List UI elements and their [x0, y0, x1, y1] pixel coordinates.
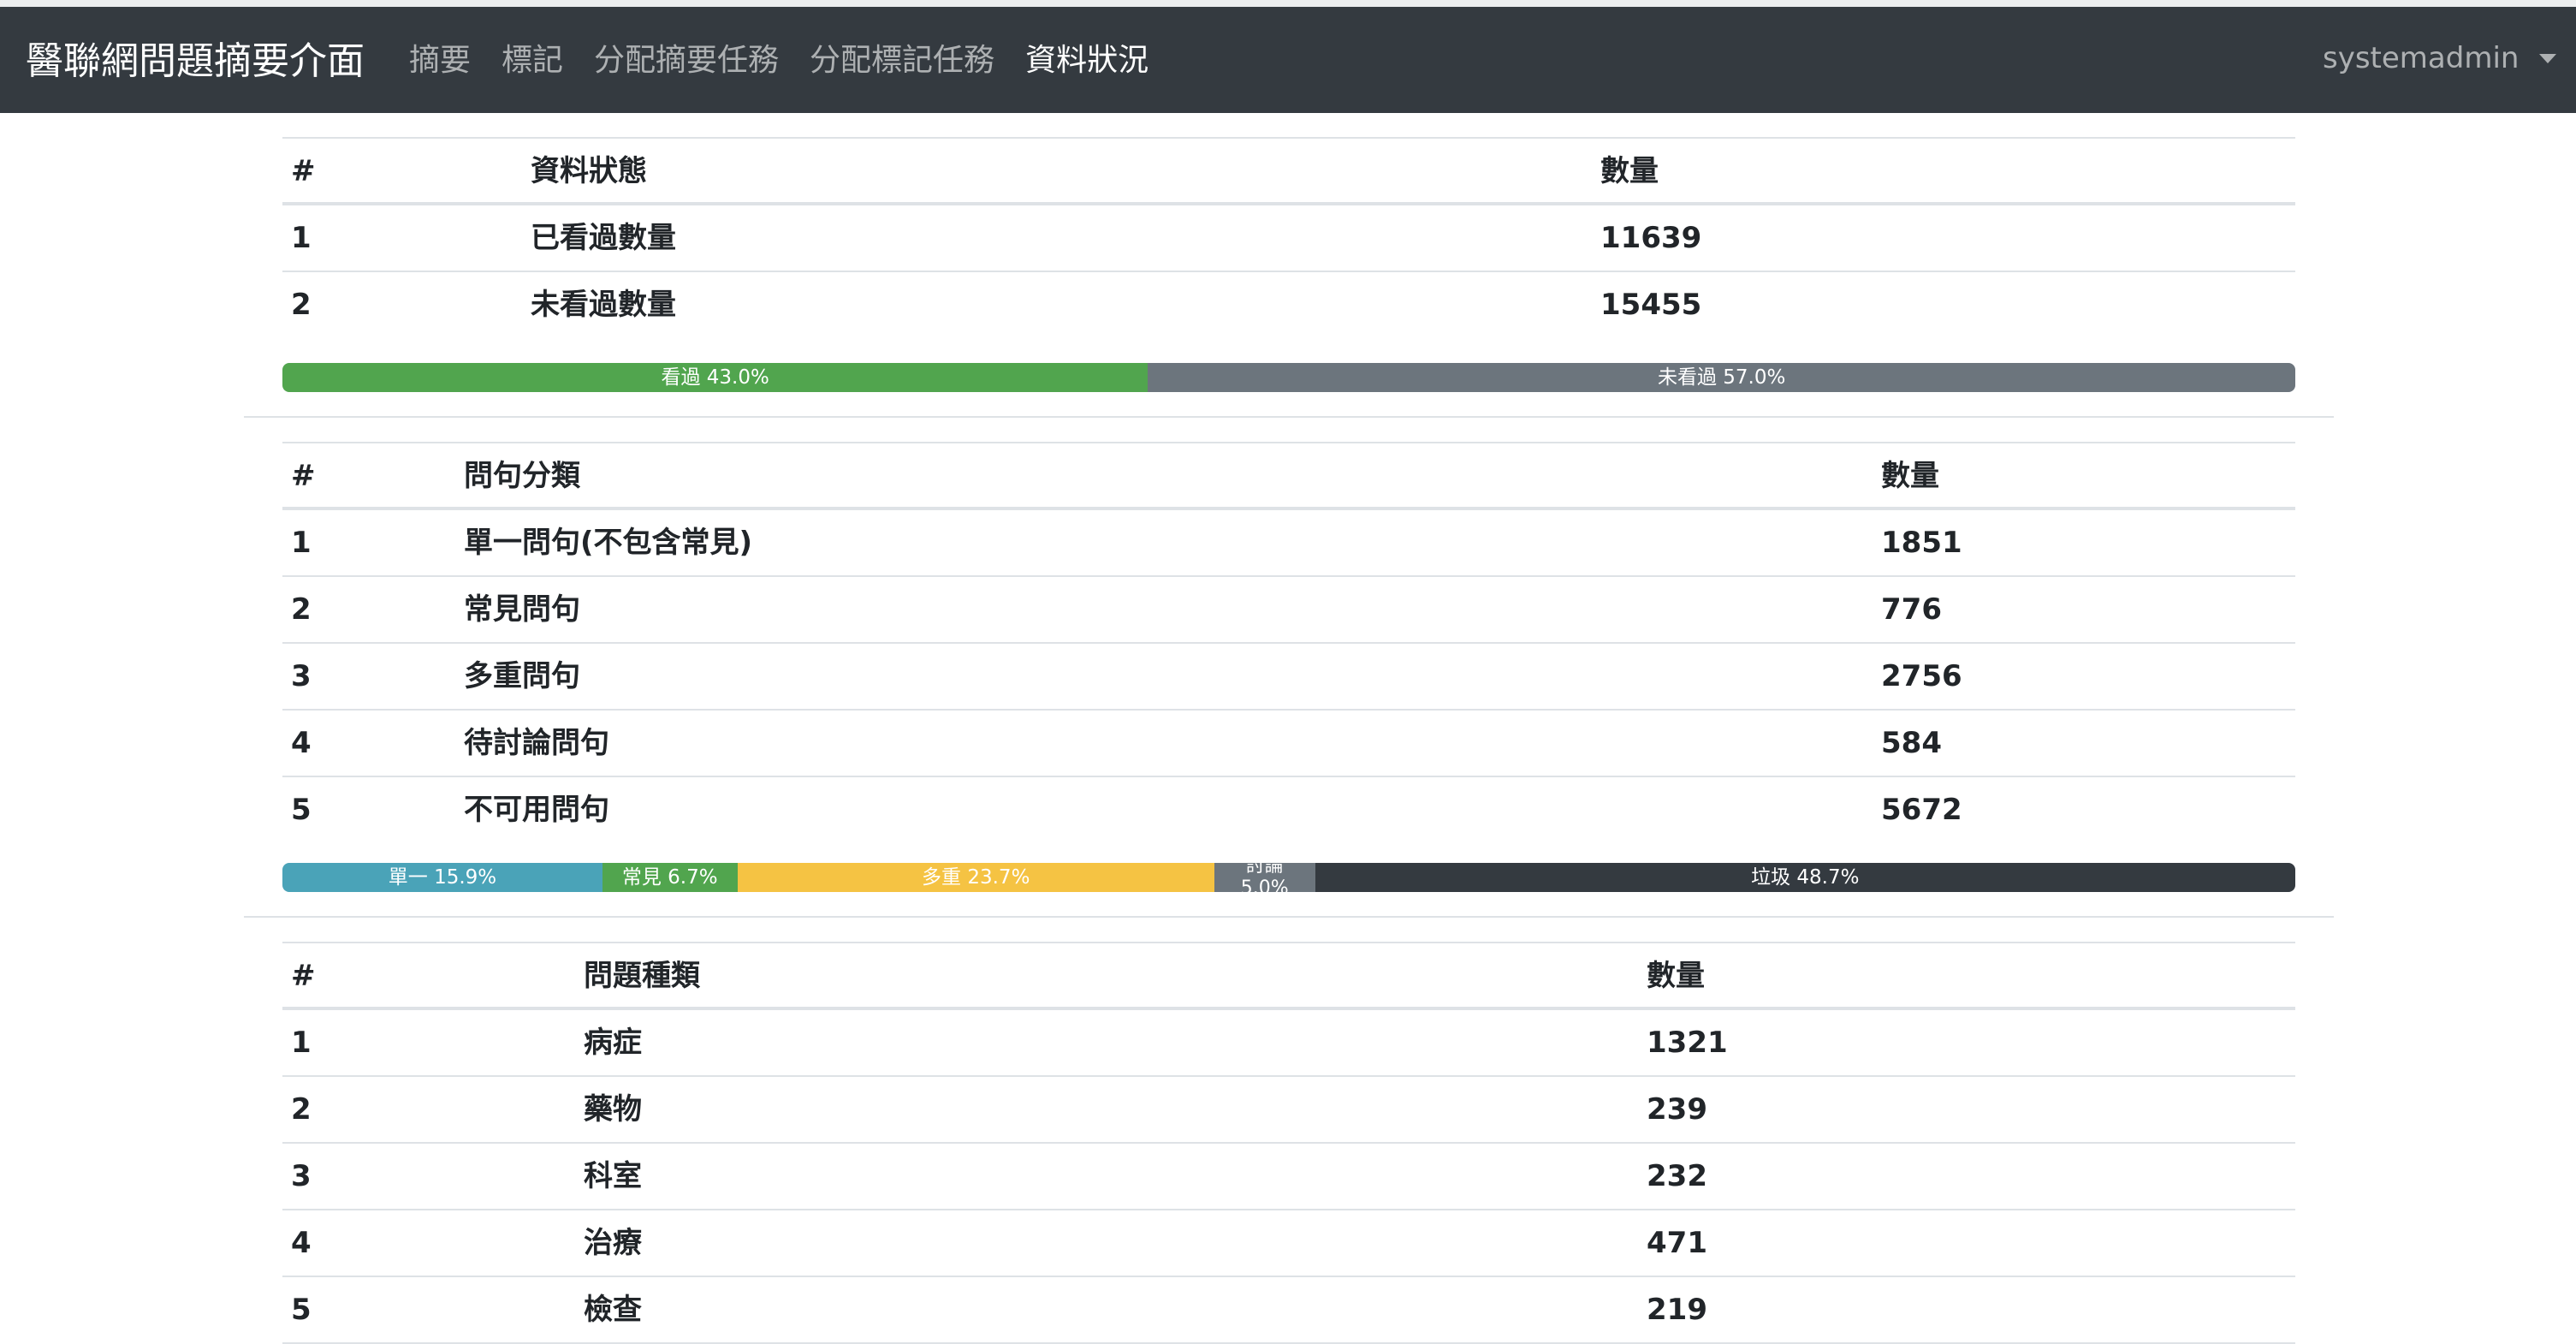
- row-count: 15455: [1600, 288, 1702, 322]
- table-row: 1 已看過數量 11639: [282, 205, 2295, 272]
- navbar: 醫聯網問題摘要介面 摘要 標記 分配摘要任務 分配標記任務 資料狀況 syste…: [0, 7, 2576, 113]
- nav-link-data-status[interactable]: 資料狀況: [1025, 39, 1149, 82]
- table-row: 3 科室 232: [282, 1144, 2295, 1210]
- progress-segment-multiple: 多重 23.7%: [737, 863, 1214, 892]
- progress-segment-common: 常見 6.7%: [602, 863, 738, 892]
- nav-link-assign-tagging-task[interactable]: 分配標記任務: [810, 39, 994, 82]
- nav-link-summary[interactable]: 摘要: [409, 39, 471, 82]
- row-label: 不可用問句: [464, 793, 609, 827]
- user-name: systemadmin: [2323, 41, 2520, 75]
- table-row: 5 不可用問句 5672: [282, 777, 2295, 842]
- progress-segment-viewed: 看過 43.0%: [282, 363, 1149, 392]
- table-header-row: # 問題種類 數量: [282, 942, 2295, 1010]
- progress-segment-garbage: 垃圾 48.7%: [1315, 863, 2295, 892]
- row-count: 776: [1881, 592, 1942, 627]
- header-index: #: [291, 959, 316, 993]
- row-count: 1851: [1881, 526, 1962, 560]
- row-index: 1: [291, 526, 312, 560]
- user-menu-toggle[interactable]: systemadmin: [2323, 41, 2557, 75]
- question-type-table: # 問題種類 數量 1 病症 1321 2 藥物 239 3 科室 232 4 …: [282, 942, 2295, 1344]
- row-count: 1321: [1647, 1026, 1728, 1060]
- data-status-section: # 資料狀態 數量 1 已看過數量 11639 2 未看過數量 15455: [282, 137, 2295, 337]
- nav-link-assign-summary-task[interactable]: 分配摘要任務: [594, 39, 779, 82]
- header-status: 資料狀態: [531, 154, 647, 188]
- header-type: 問題種類: [584, 959, 700, 993]
- segment-label-top: 討論: [1245, 863, 1284, 877]
- question-class-section: # 問句分類 數量 1 單一問句(不包含常見) 1851 2 常見問句 776 …: [282, 442, 2295, 842]
- row-index: 4: [291, 1226, 312, 1260]
- row-index: 5: [291, 793, 312, 827]
- row-label: 科室: [584, 1159, 642, 1193]
- table-row: 3 多重問句 2756: [282, 644, 2295, 711]
- table-header-row: # 資料狀態 數量: [282, 137, 2295, 205]
- header-index: #: [291, 154, 316, 188]
- row-label: 病症: [584, 1026, 642, 1060]
- progress-segment-single: 單一 15.9%: [282, 863, 602, 892]
- data-status-table: # 資料狀態 數量 1 已看過數量 11639 2 未看過數量 15455: [282, 137, 2295, 337]
- row-index: 1: [291, 221, 312, 255]
- table-header-row: # 問句分類 數量: [282, 442, 2295, 510]
- row-index: 1: [291, 1026, 312, 1060]
- row-label: 藥物: [584, 1092, 642, 1127]
- row-count: 232: [1647, 1159, 1707, 1193]
- row-index: 5: [291, 1293, 312, 1327]
- row-count: 584: [1881, 726, 1942, 760]
- row-label: 已看過數量: [531, 221, 676, 255]
- brand-title[interactable]: 醫聯網問題摘要介面: [26, 38, 365, 86]
- table-row: 4 待討論問句 584: [282, 711, 2295, 777]
- row-label: 單一問句(不包含常見): [464, 526, 753, 560]
- row-count: 219: [1647, 1293, 1707, 1327]
- table-row: 2 未看過數量 15455: [282, 272, 2295, 337]
- header-count: 數量: [1647, 959, 1705, 993]
- window-top-edge: [0, 0, 2576, 7]
- question-class-table: # 問句分類 數量 1 單一問句(不包含常見) 1851 2 常見問句 776 …: [282, 442, 2295, 842]
- table-row: 2 藥物 239: [282, 1077, 2295, 1144]
- row-label: 常見問句: [464, 592, 580, 627]
- viewed-progress-bar: 看過 43.0% 未看過 57.0%: [282, 363, 2295, 392]
- table-row: 1 單一問句(不包含常見) 1851: [282, 510, 2295, 577]
- header-count: 數量: [1881, 459, 1939, 493]
- table-row: 5 檢查 219: [282, 1277, 2295, 1344]
- segment-label-bottom: 5.0%: [1240, 877, 1289, 892]
- row-index: 2: [291, 592, 312, 627]
- row-count: 2756: [1881, 659, 1962, 693]
- row-index: 4: [291, 726, 312, 760]
- row-label: 檢查: [584, 1293, 642, 1327]
- row-label: 待討論問句: [464, 726, 609, 760]
- progress-segment-unviewed: 未看過 57.0%: [1148, 363, 2295, 392]
- header-count: 數量: [1600, 154, 1659, 188]
- table-row: 2 常見問句 776: [282, 577, 2295, 644]
- row-label: 治療: [584, 1226, 642, 1260]
- table-row: 1 病症 1321: [282, 1010, 2295, 1077]
- nav-links: 摘要 標記 分配摘要任務 分配標記任務 資料狀況: [409, 39, 1179, 82]
- caret-down-icon: [2539, 53, 2557, 63]
- section-divider: [244, 916, 2334, 918]
- nav-link-tagging[interactable]: 標記: [502, 39, 563, 82]
- table-row: 4 治療 471: [282, 1210, 2295, 1277]
- row-label: 多重問句: [464, 659, 580, 693]
- row-index: 3: [291, 659, 312, 693]
- row-index: 2: [291, 288, 312, 322]
- progress-segment-discussion: 討論 5.0%: [1214, 863, 1315, 892]
- question-class-progress-bar: 單一 15.9% 常見 6.7% 多重 23.7% 討論 5.0% 垃圾 48.…: [282, 863, 2295, 892]
- row-index: 2: [291, 1092, 312, 1127]
- header-class: 問句分類: [464, 459, 580, 493]
- row-label: 未看過數量: [531, 288, 676, 322]
- section-divider: [244, 416, 2334, 418]
- row-index: 3: [291, 1159, 312, 1193]
- row-count: 471: [1647, 1226, 1707, 1260]
- header-index: #: [291, 459, 316, 493]
- row-count: 239: [1647, 1092, 1707, 1127]
- row-count: 11639: [1600, 221, 1702, 255]
- row-count: 5672: [1881, 793, 1962, 827]
- question-type-section: # 問題種類 數量 1 病症 1321 2 藥物 239 3 科室 232 4 …: [282, 942, 2295, 1344]
